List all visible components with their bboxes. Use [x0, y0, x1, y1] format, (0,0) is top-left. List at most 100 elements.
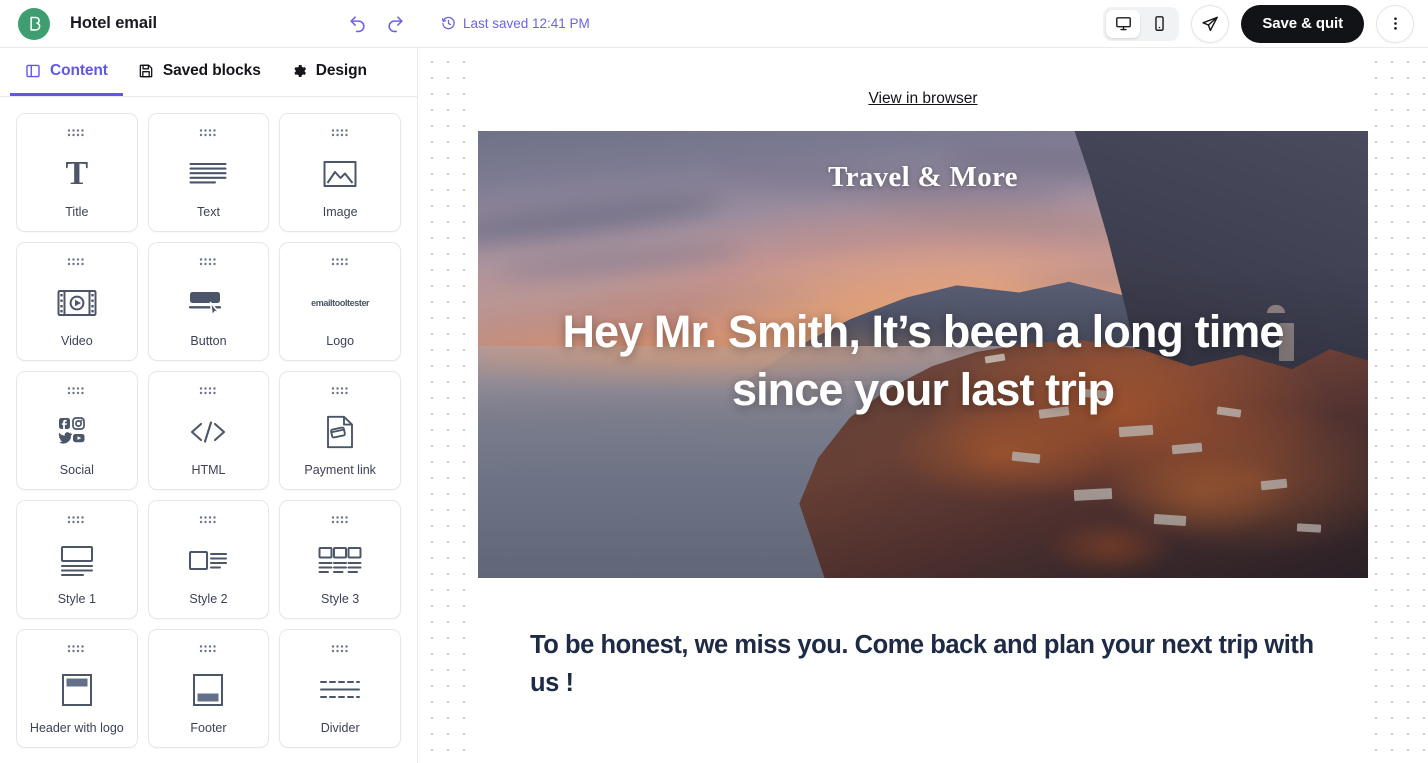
drag-handle-icon[interactable] — [331, 383, 350, 401]
drag-handle-icon[interactable] — [67, 641, 86, 659]
block-label: Style 1 — [57, 592, 96, 606]
social-networks-icon — [17, 401, 137, 463]
layout-style-2-icon — [149, 530, 269, 592]
block-card-style-1[interactable]: Style 1 — [16, 500, 138, 619]
drag-handle-icon[interactable] — [331, 641, 350, 659]
tab-saved-blocks[interactable]: Saved blocks — [123, 48, 276, 96]
drag-handle-icon[interactable] — [67, 125, 86, 143]
logo-wordmark-icon: emailtooltester — [280, 272, 400, 334]
device-preview-toggle[interactable] — [1103, 6, 1180, 41]
block-label: Social — [59, 463, 94, 477]
block-card-divider[interactable]: Divider — [279, 629, 401, 748]
payment-card-document-icon — [280, 401, 400, 463]
code-brackets-icon — [149, 401, 269, 463]
block-card-video[interactable]: Video — [16, 242, 138, 361]
drag-handle-icon[interactable] — [199, 383, 218, 401]
title-T-icon: T — [65, 155, 89, 192]
view-in-browser-block[interactable]: View in browser — [476, 48, 1371, 131]
drag-handle-icon[interactable] — [331, 512, 350, 530]
block-card-title[interactable]: T Title — [16, 113, 138, 232]
block-label: Style 2 — [189, 592, 228, 606]
drag-handle-icon[interactable] — [199, 125, 218, 143]
email-sheet: View in browser Travel & More Hey Mr. Sm… — [475, 48, 1371, 763]
top-toolbar: Hotel email Last saved 12:41 PM Save & q… — [0, 0, 1428, 48]
more-vertical-icon[interactable] — [1376, 4, 1414, 43]
block-card-footer[interactable]: Footer — [147, 629, 270, 748]
logo-wordmark-text: emailtooltester — [311, 298, 370, 308]
tab-saved-blocks-label: Saved blocks — [162, 61, 261, 79]
layout-style-3-icon — [280, 530, 400, 592]
block-label: Video — [60, 334, 93, 348]
block-card-style-3[interactable]: Style 3 — [279, 500, 401, 619]
tab-content[interactable]: Content — [10, 48, 123, 96]
drag-handle-icon[interactable] — [67, 383, 86, 401]
block-card-payment-link[interactable]: Payment link — [279, 371, 401, 490]
block-label: Image — [322, 205, 358, 219]
last-saved-status: Last saved 12:41 PM — [441, 16, 590, 31]
send-test-paper-plane-icon[interactable] — [1191, 4, 1230, 43]
header-with-logo-icon — [17, 659, 137, 721]
drag-handle-icon[interactable] — [199, 512, 218, 530]
blocks-grid: T Title Text Image Video Button emailtoo… — [16, 113, 401, 748]
document-title: Hotel email — [70, 14, 157, 32]
blocks-side-panel: Content Saved blocks Design T Title Text… — [0, 48, 418, 763]
save-and-quit-button[interactable]: Save & quit — [1241, 4, 1364, 43]
block-label: Footer — [190, 721, 227, 735]
redo-arrow-icon[interactable] — [377, 7, 415, 41]
button-cursor-icon — [149, 272, 269, 334]
body-lead-paragraph[interactable]: To be honest, we miss you. Come back and… — [530, 626, 1316, 702]
hero-headline[interactable]: Hey Mr. Smith, It’s been a long time sin… — [530, 303, 1316, 419]
footer-icon — [149, 659, 269, 721]
email-body-text-block[interactable]: To be honest, we miss you. Come back and… — [478, 578, 1368, 702]
block-label: Divider — [320, 721, 360, 735]
divider-icon — [280, 659, 400, 721]
block-card-button[interactable]: Button — [147, 242, 270, 361]
topbar-center-group: Last saved 12:41 PM — [157, 7, 1103, 41]
block-label: Button — [190, 334, 227, 348]
block-card-social[interactable]: Social — [16, 371, 138, 490]
video-film-play-icon — [17, 272, 137, 334]
last-saved-text: Last saved 12:41 PM — [462, 16, 590, 31]
editor-shell: Content Saved blocks Design T Title Text… — [0, 48, 1428, 763]
drag-handle-icon[interactable] — [199, 254, 218, 272]
block-card-style-2[interactable]: Style 2 — [147, 500, 270, 619]
block-card-text[interactable]: Text — [147, 113, 270, 232]
image-mountain-icon — [280, 143, 400, 205]
floppy-save-icon — [138, 63, 154, 79]
tab-content-label: Content — [50, 61, 108, 79]
block-label: Title — [65, 205, 89, 219]
block-card-image[interactable]: Image — [279, 113, 401, 232]
topbar-right-group: Save & quit — [1103, 4, 1414, 43]
block-label: Text — [197, 205, 220, 219]
text-lines-icon — [149, 143, 269, 205]
brevo-b-logo-icon[interactable] — [18, 7, 50, 40]
tab-design-label: Design — [315, 61, 367, 79]
drag-handle-icon[interactable] — [331, 254, 350, 272]
block-label: HTML — [191, 463, 226, 477]
panel-layout-icon — [25, 63, 41, 79]
view-in-browser-link[interactable]: View in browser — [868, 90, 977, 107]
mobile-phone-icon[interactable] — [1142, 10, 1176, 38]
drag-handle-icon[interactable] — [331, 125, 350, 143]
block-card-header-with-logo[interactable]: Header with logo — [16, 629, 138, 748]
clock-history-icon — [441, 16, 456, 31]
blocks-scroll-area[interactable]: T Title Text Image Video Button emailtoo… — [0, 97, 417, 763]
hero-image-block[interactable]: Travel & More Hey Mr. Smith, It’s been a… — [478, 131, 1368, 578]
layout-style-1-icon — [17, 530, 137, 592]
block-card-logo[interactable]: emailtooltester Logo — [279, 242, 401, 361]
gear-icon — [291, 63, 307, 79]
hero-brand-title: Travel & More — [828, 161, 1018, 193]
email-canvas[interactable]: View in browser Travel & More Hey Mr. Sm… — [418, 48, 1428, 763]
desktop-monitor-icon[interactable] — [1106, 9, 1141, 38]
undo-arrow-icon[interactable] — [339, 7, 377, 41]
tab-design[interactable]: Design — [276, 48, 382, 96]
drag-handle-icon[interactable] — [67, 254, 86, 272]
drag-handle-icon[interactable] — [67, 512, 86, 530]
block-label: Header with logo — [29, 721, 124, 735]
block-label: Logo — [326, 334, 355, 348]
panel-tabs: Content Saved blocks Design — [0, 48, 417, 97]
block-label: Style 3 — [321, 592, 360, 606]
block-card-html[interactable]: HTML — [147, 371, 270, 490]
block-label: Payment link — [304, 463, 376, 477]
drag-handle-icon[interactable] — [199, 641, 218, 659]
